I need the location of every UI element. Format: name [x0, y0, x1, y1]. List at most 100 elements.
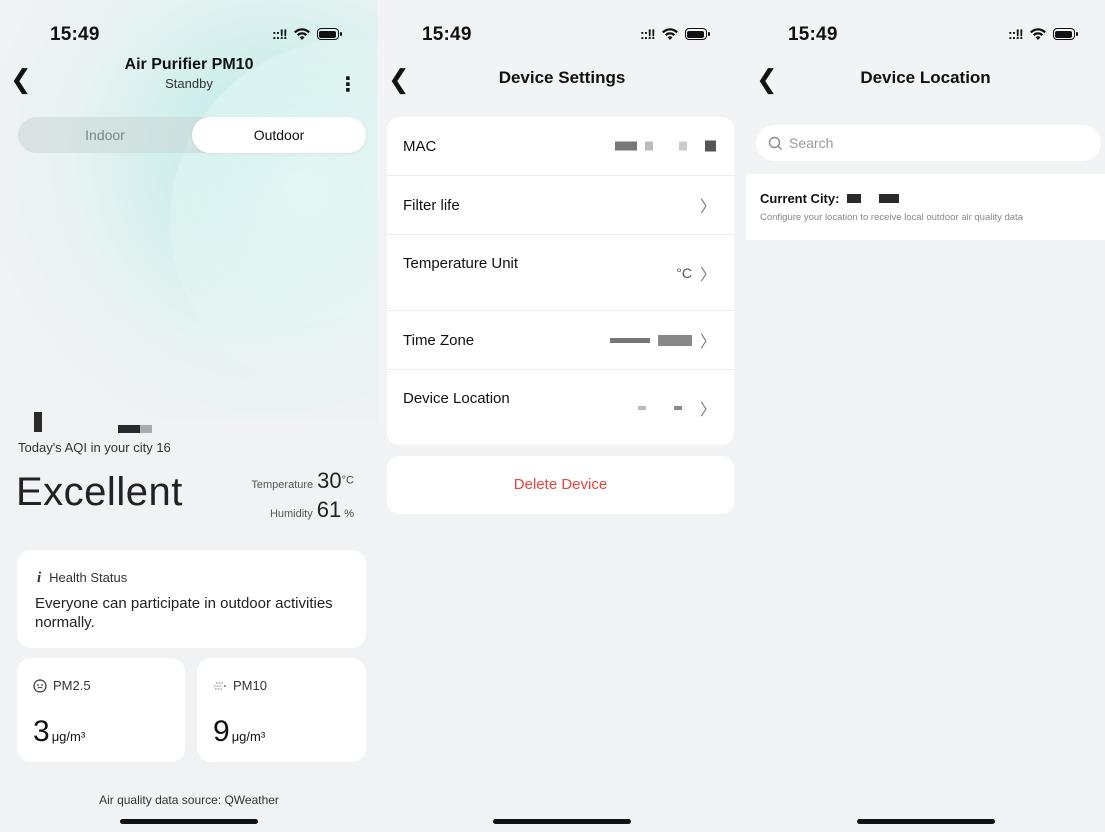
settings-row-time-zone[interactable]: Time Zone 〉 [387, 311, 734, 370]
wifi-icon [1029, 28, 1046, 40]
redacted-block [679, 141, 687, 151]
health-status-title-row: i Health Status [37, 570, 127, 587]
search-input[interactable] [789, 135, 989, 151]
search-bar[interactable] [756, 125, 1101, 161]
nav-bar: ❮ Device Location [746, 56, 1105, 104]
current-city-label: Current City: [760, 191, 840, 206]
cellular-signal-icon: ::!! [272, 26, 288, 42]
wifi-icon [293, 28, 310, 40]
row-right: °C 〉 [676, 261, 716, 285]
current-city-card[interactable]: Current City: Configure your location to… [746, 174, 1105, 240]
status-time: 15:49 [422, 24, 472, 45]
pm25-face-icon [33, 678, 47, 693]
page-title: Device Settings [498, 68, 626, 87]
humidity-label: Humidity [269, 508, 313, 520]
mac-value-redacted [615, 140, 716, 152]
settings-row-device-location[interactable]: Device Location 〉 [387, 370, 734, 445]
pm25-label-row: PM2.5 [33, 678, 91, 693]
redacted-city-name [34, 412, 42, 432]
status-icons: ::!! [640, 26, 710, 42]
cellular-signal-icon: ::!! [1008, 26, 1024, 42]
chevron-right-icon: 〉 [699, 266, 716, 284]
wifi-icon [661, 28, 678, 40]
nav-bar: ❮ Device Settings [378, 56, 746, 104]
redacted-block [637, 405, 646, 410]
home-indicator[interactable] [493, 819, 631, 824]
chevron-right-icon: 〉 [699, 401, 716, 419]
status-icons: ::!! [272, 26, 342, 42]
pm10-particles-icon [214, 682, 226, 689]
redacted-block [615, 141, 637, 151]
more-options-icon[interactable]: ⋮ [338, 72, 358, 97]
settings-row-temperature-unit[interactable]: Temperature Unit °C 〉 [387, 235, 734, 311]
status-time: 15:49 [788, 24, 838, 45]
battery-icon [316, 28, 342, 40]
row-label: Device Location [403, 390, 510, 407]
delete-device-button[interactable]: Delete Device [387, 456, 734, 514]
settings-list: MAC Filter life 〉 Temperature Unit °C 〉 T… [387, 117, 734, 445]
cellular-signal-icon: ::!! [640, 26, 656, 42]
device-settings-screen: 15:49 ::!! ❮ Device Settings MAC Filter … [378, 0, 746, 832]
chevron-right-icon: 〉 [699, 334, 716, 351]
device-location-screen: 15:49 ::!! ❮ Device Location Current Cit… [746, 0, 1105, 832]
pm10-label: PM10 [233, 678, 267, 693]
home-indicator[interactable] [857, 819, 995, 824]
temperature-metric: Temperature 30°C [251, 468, 354, 494]
redacted-city [847, 194, 862, 203]
pm10-card: PM10 9 μg/m³ [197, 658, 366, 762]
aqi-level: Excellent [16, 470, 183, 514]
redacted-block [645, 141, 653, 151]
temperature-value: 30 [317, 468, 342, 493]
device-status: Standby [165, 76, 213, 91]
health-status-text: Everyone can participate in outdoor acti… [35, 595, 333, 631]
redacted-block [657, 334, 692, 346]
pm25-reading: 3 μg/m³ [33, 715, 85, 749]
settings-row-mac: MAC [387, 117, 734, 176]
redacted-city-name-2 [118, 425, 140, 433]
pm25-value: 3 [33, 715, 50, 748]
row-right: 〉 [700, 193, 716, 217]
battery-icon [684, 28, 710, 40]
location-value-redacted: 〉 [637, 396, 716, 420]
pm10-label-row: PM10 [213, 678, 267, 693]
device-title-block: Air Purifier PM10 Standby [0, 56, 378, 91]
chevron-right-icon: 〉 [699, 199, 716, 216]
pm10-unit: μg/m³ [231, 729, 266, 744]
redacted-city [878, 194, 899, 203]
status-bar: 15:49 ::!! [378, 0, 746, 60]
time-zone-value-redacted: 〉 [609, 328, 716, 352]
current-city-row: Current City: [760, 191, 899, 206]
indoor-outdoor-toggle: Indoor Outdoor [18, 117, 366, 153]
data-source-note: Air quality data source: QWeather [99, 793, 279, 807]
home-indicator[interactable] [120, 819, 258, 824]
current-city-hint: Configure your location to receive local… [760, 212, 1023, 223]
device-title: Air Purifier PM10 [124, 56, 254, 73]
temperature-unit: °C [341, 474, 354, 487]
pm10-value: 9 [213, 715, 230, 748]
temperature-unit-value: °C [676, 264, 692, 281]
row-label: Filter life [403, 197, 460, 214]
status-time: 15:49 [50, 24, 100, 45]
redacted-block [673, 405, 682, 410]
battery-icon [1052, 28, 1078, 40]
tab-outdoor[interactable]: Outdoor [192, 117, 366, 153]
humidity-unit: % [344, 508, 354, 520]
pm10-reading: 9 μg/m³ [213, 715, 265, 749]
tab-indoor[interactable]: Indoor [18, 117, 192, 153]
aqi-caption: Today's AQI in your city 16 [18, 440, 171, 455]
temperature-label: Temperature [251, 479, 314, 491]
redacted-block [705, 140, 716, 152]
pm25-label: PM2.5 [53, 678, 91, 693]
outdoor-screen: 15:49 ::!! ❮ Air Purifier PM10 Standby ⋮… [0, 0, 378, 832]
health-status-title: Health Status [49, 570, 128, 585]
humidity-value: 61 [316, 497, 342, 522]
settings-row-filter-life[interactable]: Filter life 〉 [387, 176, 734, 235]
health-status-card: i Health Status Everyone can participate … [17, 550, 366, 648]
redacted-block [609, 337, 650, 343]
pm25-card: PM2.5 3 μg/m³ [17, 658, 185, 762]
row-label: Temperature Unit [403, 255, 519, 272]
pm25-unit: μg/m³ [51, 729, 86, 744]
page-title: Device Location [860, 68, 991, 87]
status-bar: 15:49 ::!! [746, 0, 1105, 60]
info-icon: i [37, 570, 42, 586]
